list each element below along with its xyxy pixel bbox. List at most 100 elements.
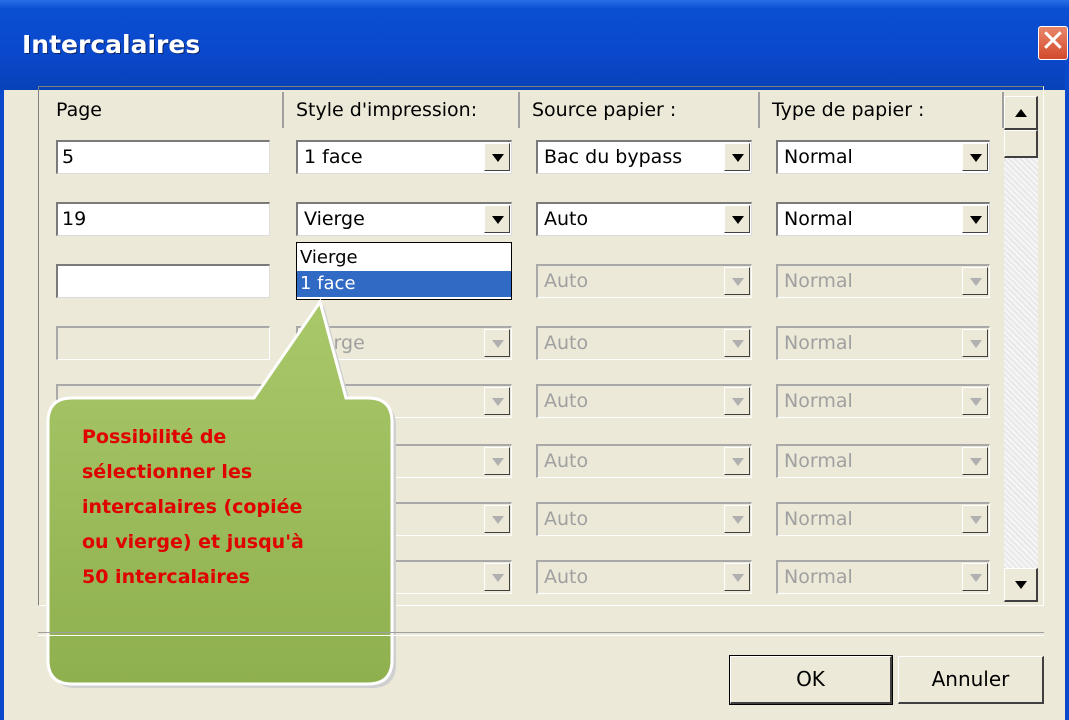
style-dropdown-list[interactable]: Vierge 1 face <box>296 242 512 300</box>
dropdown-arrow-icon <box>970 154 982 162</box>
dropdown-button <box>724 329 750 357</box>
dropdown-arrow-icon <box>970 278 982 286</box>
vertical-scrollbar[interactable] <box>1004 96 1038 602</box>
dropdown-option-1-face[interactable]: 1 face <box>297 271 511 297</box>
type-combo: Normal <box>776 264 990 298</box>
dropdown-button <box>724 505 750 533</box>
dropdown-arrow-icon <box>732 574 744 582</box>
source-combo: Auto <box>536 560 752 594</box>
dropdown-button[interactable] <box>724 143 750 171</box>
type-combo-value: Normal <box>784 566 853 588</box>
dropdown-button <box>484 563 510 591</box>
dropdown-arrow-icon <box>492 154 504 162</box>
dropdown-arrow-icon <box>970 340 982 348</box>
header-page[interactable]: Page <box>44 92 284 128</box>
source-combo: Auto <box>536 444 752 478</box>
type-combo-value: Normal <box>784 332 853 354</box>
callout-line: intercalaires (copiée <box>82 496 303 518</box>
style-combo: Vierge <box>296 326 512 360</box>
dropdown-button <box>484 505 510 533</box>
dropdown-button <box>484 447 510 475</box>
dropdown-button <box>724 387 750 415</box>
dropdown-arrow-icon <box>732 340 744 348</box>
source-combo-value: Bac du bypass <box>544 146 683 168</box>
dropdown-button <box>962 447 988 475</box>
dropdown-arrow-icon <box>970 216 982 224</box>
type-combo: Normal <box>776 502 990 536</box>
source-combo-value: Auto <box>544 508 589 530</box>
dropdown-button[interactable] <box>962 205 988 233</box>
ok-button[interactable]: OK <box>729 655 893 705</box>
dropdown-button <box>484 329 510 357</box>
header-type[interactable]: Type de papier : <box>760 92 1004 128</box>
type-combo-value: Normal <box>784 450 853 472</box>
type-combo[interactable]: Normal <box>776 202 990 236</box>
page-input[interactable]: 5 <box>56 140 270 174</box>
callout-line: ou vierge) et jusqu'à <box>82 531 304 553</box>
source-combo: Auto <box>536 502 752 536</box>
style-combo[interactable]: 1 face <box>296 140 512 174</box>
page-input <box>56 384 270 418</box>
type-combo[interactable]: Normal <box>776 140 990 174</box>
dropdown-arrow-icon <box>970 516 982 524</box>
callout-line: 50 intercalaires <box>82 566 250 588</box>
callout-line: Possibilité de <box>82 426 227 448</box>
dropdown-arrow-icon <box>732 154 744 162</box>
dropdown-button[interactable] <box>484 143 510 171</box>
type-combo-value: Normal <box>784 270 853 292</box>
header-style[interactable]: Style d'impression: <box>284 92 520 128</box>
page-input[interactable]: 19 <box>56 202 270 236</box>
scroll-thumb[interactable] <box>1004 130 1038 158</box>
style-combo-value: 1 face <box>304 146 363 168</box>
window-frame-left <box>0 90 4 720</box>
type-combo: Normal <box>776 326 990 360</box>
dropdown-button <box>962 329 988 357</box>
source-combo: Auto <box>536 384 752 418</box>
dropdown-arrow-icon <box>492 216 504 224</box>
dropdown-arrow-icon <box>732 278 744 286</box>
type-combo-value: Normal <box>784 208 853 230</box>
dropdown-button <box>724 563 750 591</box>
type-combo: Normal <box>776 444 990 478</box>
source-combo-value: Auto <box>544 390 589 412</box>
source-combo: Auto <box>536 264 752 298</box>
dropdown-arrow-icon <box>492 458 504 466</box>
style-combo-value: Vierge <box>304 208 365 230</box>
dropdown-arrow-icon <box>732 216 744 224</box>
dropdown-button <box>962 505 988 533</box>
dropdown-option-vierge[interactable]: Vierge <box>297 245 511 271</box>
page-input[interactable] <box>56 264 270 298</box>
dropdown-button[interactable] <box>484 205 510 233</box>
source-combo-value: Auto <box>544 566 589 588</box>
dropdown-button <box>724 447 750 475</box>
type-combo-value: Normal <box>784 390 853 412</box>
source-combo[interactable]: Bac du bypass <box>536 140 752 174</box>
type-combo-value: Normal <box>784 508 853 530</box>
page-input <box>56 326 270 360</box>
style-combo-value: Vierge <box>304 332 365 354</box>
source-combo[interactable]: Auto <box>536 202 752 236</box>
source-combo-value: Auto <box>544 332 589 354</box>
source-combo: Auto <box>536 326 752 360</box>
scroll-up-button[interactable] <box>1004 96 1038 130</box>
close-button[interactable]: ✕ <box>1038 26 1068 60</box>
callout-text: Possibilité de sélectionner les intercal… <box>82 420 382 595</box>
source-combo-value: Auto <box>544 270 589 292</box>
dropdown-arrow-icon <box>970 574 982 582</box>
cancel-button[interactable]: Annuler <box>898 656 1044 704</box>
header-source[interactable]: Source papier : <box>520 92 760 128</box>
dropdown-button <box>962 267 988 295</box>
close-icon: ✕ <box>1040 24 1066 59</box>
scroll-down-button[interactable] <box>1004 568 1038 602</box>
window-frame-right <box>1065 60 1069 720</box>
dropdown-button[interactable] <box>724 205 750 233</box>
dropdown-button[interactable] <box>962 143 988 171</box>
dropdown-arrow-icon <box>970 458 982 466</box>
dropdown-button <box>962 563 988 591</box>
separator <box>38 632 1044 636</box>
source-combo-value: Auto <box>544 450 589 472</box>
dropdown-arrow-icon <box>970 398 982 406</box>
style-combo[interactable]: Vierge <box>296 202 512 236</box>
dropdown-arrow-icon <box>492 340 504 348</box>
dropdown-button <box>724 267 750 295</box>
